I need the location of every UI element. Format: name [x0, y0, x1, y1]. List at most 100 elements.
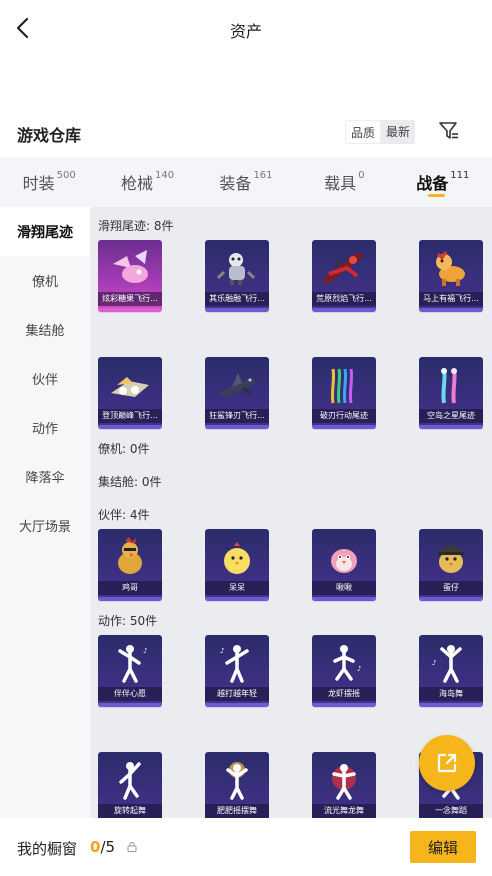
sidebar-item-action[interactable]: 动作 [0, 403, 90, 452]
showcase-label: 我的橱窗 [17, 840, 78, 858]
chick-partner-image [205, 529, 269, 585]
item-card[interactable]: 肥肥摇摆舞 [205, 752, 269, 818]
rarity-bar [98, 425, 162, 429]
item-name: 一念舞蹈 [419, 804, 483, 818]
dance-pose-image: ♪ [205, 635, 269, 691]
share-icon [437, 753, 457, 773]
blade-trail-image [312, 357, 376, 413]
tab-vehicles[interactable]: 载具 0 [295, 157, 393, 207]
section-wingman-label: 僚机: 0件 [98, 442, 150, 456]
sky-island-trail-image [419, 357, 483, 413]
cheerful-glider-image [205, 240, 269, 296]
asset-page: 资产 游戏仓库 品质 最新 时装 500 枪械 140 装备 161 载具 0 战备 11… [0, 0, 492, 876]
item-name: 破刃行动尾迹 [312, 409, 376, 423]
rarity-bar [98, 703, 162, 707]
item-name: 鸡哥 [98, 581, 162, 595]
dance-pose-image: ♪ [419, 635, 483, 691]
item-card[interactable]: 登顶巅峰飞行... [98, 357, 162, 429]
share-button[interactable] [419, 735, 475, 791]
page-title: 资产 [229, 22, 262, 41]
tab-label: 载具 [324, 174, 357, 193]
showcase-total: /5 [100, 838, 116, 856]
sort-quality-button[interactable]: 品质 [345, 120, 382, 144]
tab-count: 111 [450, 169, 470, 181]
item-card[interactable]: 破刃行动尾迹 [312, 357, 376, 429]
item-name: 龙虾摆摇 [312, 687, 376, 701]
rarity-bar [419, 308, 483, 312]
sidebar-item-partner[interactable]: 伙伴 [0, 354, 90, 403]
item-card[interactable]: 狂鲨锋刃飞行... [205, 357, 269, 429]
svg-text:♪: ♪ [357, 665, 361, 673]
rarity-bar [419, 425, 483, 429]
lock-icon [127, 842, 137, 852]
warehouse-title: 游戏仓库 [17, 126, 82, 145]
item-card[interactable]: 旋转起舞 [98, 752, 162, 818]
tab-label: 时装 [22, 174, 55, 193]
item-card[interactable]: 马上有福飞行... [419, 240, 483, 312]
item-name: 荒原烈焰飞行... [312, 292, 376, 306]
header: 资产 [0, 0, 492, 58]
item-card[interactable]: 炫彩糖果飞行... [98, 240, 162, 312]
item-card[interactable]: 荒原烈焰飞行... [312, 240, 376, 312]
tab-equipment[interactable]: 装备 161 [197, 157, 295, 207]
sidebar: 滑翔尾迹 僚机 集结舱 伙伴 动作 降落伞 大厅场景 [0, 207, 90, 818]
item-card[interactable]: ♪ 越打越年轻 [205, 635, 269, 707]
item-card[interactable]: 蛋仔 [419, 529, 483, 601]
item-name: 狂鲨锋刃飞行... [205, 409, 269, 423]
dance-pose-image [205, 752, 269, 808]
tab-guns[interactable]: 枪械 140 [98, 157, 196, 207]
rooster-partner-image [98, 529, 162, 585]
filter-icon[interactable] [437, 119, 461, 143]
rarity-bar [205, 425, 269, 429]
item-card[interactable]: ♪ 龙虾摆摇 [312, 635, 376, 707]
item-card[interactable]: 其乐融融飞行... [205, 240, 269, 312]
sidebar-item-glide-trail[interactable]: 滑翔尾迹 [0, 207, 90, 256]
item-name: 蛋仔 [419, 581, 483, 595]
tab-combat-gear[interactable]: 战备 111 [394, 157, 492, 207]
item-name: 流光舞龙舞 [312, 804, 376, 818]
section-action-label: 动作: 50件 [98, 614, 158, 628]
rarity-bar [205, 308, 269, 312]
item-name: 海岛舞 [419, 687, 483, 701]
sort-latest-button[interactable]: 最新 [381, 120, 416, 144]
item-name: 越打越年轻 [205, 687, 269, 701]
section-capsule-label: 集结舱: 0件 [98, 475, 162, 489]
rarity-bar [312, 597, 376, 601]
tab-fashion[interactable]: 时装 500 [0, 157, 98, 207]
item-name: 伴伴心愿 [98, 687, 162, 701]
dance-pose-image: ♪ [312, 635, 376, 691]
item-card[interactable]: ♪ 伴伴心愿 [98, 635, 162, 707]
item-card[interactable]: 呆呆 [205, 529, 269, 601]
lucky-horse-glider-image [419, 240, 483, 296]
item-name: 炫彩糖果飞行... [98, 292, 162, 306]
sort-toggle: 品质 最新 [345, 120, 416, 144]
tab-count: 140 [155, 169, 175, 181]
item-name: 马上有福飞行... [419, 292, 483, 306]
sidebar-item-wingman[interactable]: 僚机 [0, 256, 90, 305]
tab-label: 装备 [219, 174, 252, 193]
rarity-bar [419, 703, 483, 707]
item-card[interactable]: 空岛之星尾迹 [419, 357, 483, 429]
section-partner-label: 伙伴: 4件 [98, 508, 150, 522]
rarity-bar [419, 597, 483, 601]
sidebar-item-capsule[interactable]: 集结舱 [0, 305, 90, 354]
item-card[interactable]: 流光舞龙舞 [312, 752, 376, 818]
item-card[interactable]: 鸡哥 [98, 529, 162, 601]
section-glide-label: 滑翔尾迹: 8件 [98, 219, 174, 233]
edit-button[interactable]: 编辑 [410, 831, 476, 863]
dance-pose-image: ♪ [98, 635, 162, 691]
item-name: 其乐融融飞行... [205, 292, 269, 306]
sidebar-item-lobby-scene[interactable]: 大厅场景 [0, 501, 90, 550]
rarity-bar [312, 703, 376, 707]
rarity-bar [205, 703, 269, 707]
bird-partner-image [312, 529, 376, 585]
item-card[interactable]: ♪ 海岛舞 [419, 635, 483, 707]
dance-pose-image [312, 752, 376, 808]
item-card[interactable]: 啾啾 [312, 529, 376, 601]
item-grid: 滑翔尾迹: 8件 炫彩糖果飞行... 其乐融融飞行... 荒原烈焰飞行... 马… [90, 207, 492, 818]
summit-glider-image [98, 357, 162, 413]
dance-pose-image [98, 752, 162, 808]
sidebar-item-parachute[interactable]: 降落伞 [0, 452, 90, 501]
rarity-bar [312, 308, 376, 312]
svg-text:♪: ♪ [220, 647, 224, 655]
